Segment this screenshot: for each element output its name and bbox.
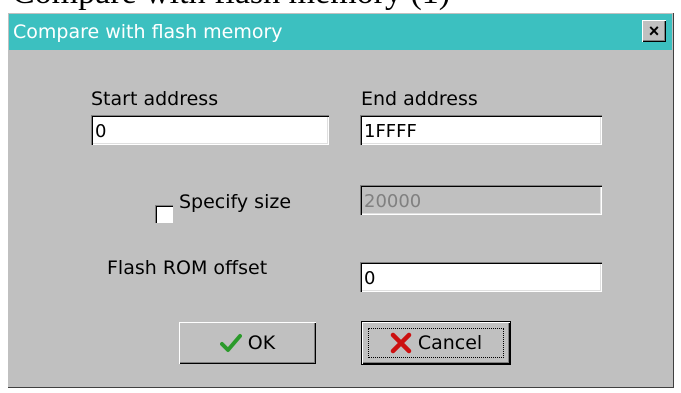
- ok-button[interactable]: OK: [179, 322, 316, 364]
- title-bar[interactable]: Compare with flash memory ×: [9, 14, 672, 50]
- start-address-label: Start address: [91, 88, 219, 110]
- cancel-button[interactable]: Cancel: [362, 322, 510, 364]
- focus-rectangle: [368, 328, 504, 358]
- start-address-input[interactable]: [91, 115, 329, 145]
- compare-flash-dialog: Compare with flash memory × Start addres…: [7, 12, 674, 388]
- flash-rom-offset-input[interactable]: [360, 262, 602, 292]
- dialog-title: Compare with flash memory: [13, 21, 283, 43]
- end-address-label: End address: [361, 88, 478, 110]
- specify-size-label[interactable]: Specify size: [179, 191, 291, 213]
- close-icon: ×: [648, 21, 660, 41]
- end-address-input[interactable]: [360, 115, 602, 145]
- size-input: [360, 185, 602, 215]
- ok-label: OK: [247, 332, 276, 354]
- flash-rom-offset-label: Flash ROM offset: [107, 257, 268, 279]
- close-button[interactable]: ×: [642, 20, 666, 42]
- check-icon: [219, 334, 242, 352]
- specify-size-checkbox[interactable]: [155, 205, 173, 223]
